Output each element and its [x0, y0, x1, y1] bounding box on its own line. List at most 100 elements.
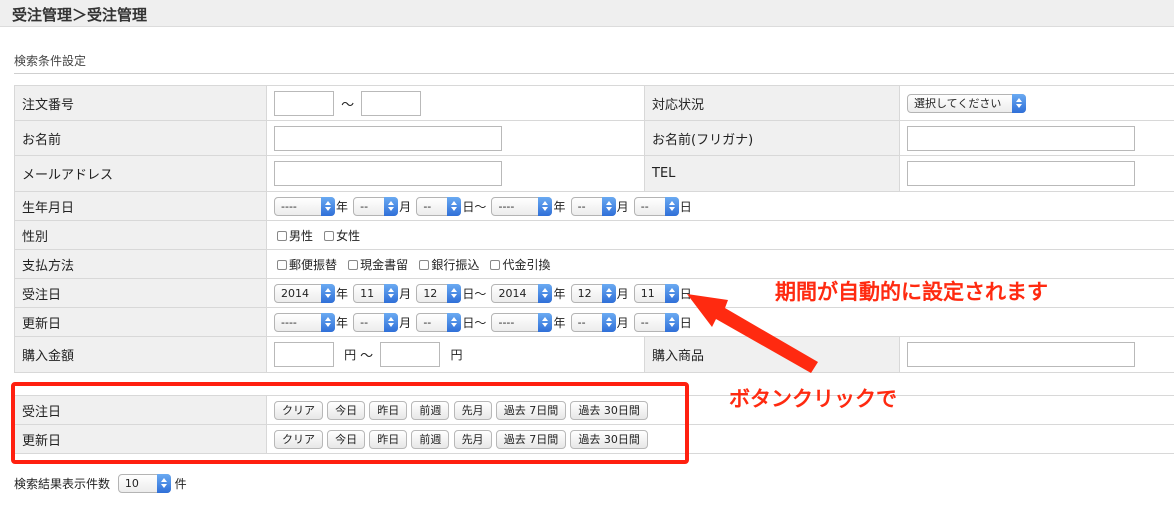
name-input[interactable] — [274, 125, 502, 151]
select-value: 12 — [577, 286, 592, 300]
unit-year: 年 — [553, 199, 566, 214]
unit-year: 年 — [336, 199, 349, 214]
amount-from-input[interactable] — [274, 342, 334, 367]
checkbox-icon — [348, 259, 359, 270]
tel-label: TEL — [644, 155, 900, 192]
checkbox-label: 女性 — [336, 228, 361, 243]
order-no-to-input[interactable] — [361, 90, 422, 116]
order-date-from-month-select[interactable]: 11 — [353, 283, 399, 303]
select-arrow-icon — [664, 196, 679, 216]
select-arrow-icon — [384, 312, 399, 332]
select-value: -- — [360, 199, 369, 213]
amount-to-unit: 円 — [450, 348, 463, 362]
select-value: -- — [360, 315, 369, 329]
select-value: -- — [577, 315, 586, 329]
results-count-unit: 件 — [174, 477, 187, 491]
amount-to-input[interactable] — [380, 342, 441, 367]
birthday-to-year-select[interactable]: ---- — [491, 196, 553, 216]
section-title: 検索条件設定 — [14, 54, 87, 68]
unit-month: 月 — [399, 315, 412, 330]
payment-bank-checkbox[interactable]: 銀行振込 — [419, 256, 479, 273]
select-value: 12 — [423, 286, 438, 300]
select-value: -- — [423, 315, 432, 329]
select-value: 2014 — [281, 286, 309, 300]
unit-year: 年 — [336, 286, 349, 301]
gender-label: 性別 — [14, 220, 267, 250]
status-select[interactable]: 選択してください — [907, 93, 1026, 113]
update-date-label: 更新日 — [14, 307, 267, 337]
status-label: 対応状況 — [644, 85, 900, 121]
product-input[interactable] — [907, 342, 1135, 367]
checkbox-icon — [324, 230, 335, 241]
unit-day-range: 日〜 — [462, 286, 487, 301]
select-arrow-icon — [538, 312, 553, 332]
update-date-from-day-select[interactable]: -- — [416, 312, 462, 332]
birthday-to-month-select[interactable]: -- — [570, 196, 616, 216]
unit-year: 年 — [553, 315, 566, 330]
order-date-label: 受注日 — [14, 278, 267, 308]
select-arrow-icon — [156, 474, 171, 493]
kana-input[interactable] — [907, 125, 1135, 151]
select-arrow-icon — [664, 283, 679, 303]
kana-label: お名前(フリガナ) — [644, 120, 900, 156]
select-arrow-icon — [538, 283, 553, 303]
amount-from-unit: 円 — [344, 348, 357, 362]
payment-cod-checkbox[interactable]: 代金引換 — [490, 256, 550, 273]
order-no-label: 注文番号 — [14, 85, 267, 121]
order-date-to-year-select[interactable]: 2014 — [491, 283, 553, 303]
select-arrow-icon — [601, 312, 616, 332]
update-date-from-year-select[interactable]: ---- — [274, 312, 335, 332]
birthday-from-year-select[interactable]: ---- — [274, 196, 335, 216]
section-divider — [14, 73, 1174, 74]
order-date-to-day-select[interactable]: 11 — [633, 283, 679, 303]
birthday-to-day-select[interactable]: -- — [633, 196, 679, 216]
checkbox-label: 男性 — [289, 228, 314, 243]
order-date-from-year-select[interactable]: 2014 — [274, 283, 335, 303]
select-value: ---- — [498, 315, 515, 329]
checkbox-icon — [490, 259, 501, 270]
select-arrow-icon — [664, 312, 679, 332]
unit-day: 日 — [679, 286, 692, 301]
select-arrow-icon — [321, 312, 335, 332]
birthday-from-month-select[interactable]: -- — [353, 196, 399, 216]
unit-year: 年 — [336, 315, 349, 330]
update-date-from-month-select[interactable]: -- — [353, 312, 399, 332]
order-date-from-day-select[interactable]: 12 — [416, 283, 462, 303]
update-date-to-day-select[interactable]: -- — [633, 312, 679, 332]
unit-day: 日 — [679, 199, 692, 214]
order-date-to-month-select[interactable]: 12 — [570, 283, 616, 303]
order-no-tilde: 〜 — [341, 97, 355, 113]
results-count-label: 検索結果表示件数 — [14, 477, 111, 491]
unit-day-range: 日〜 — [462, 199, 487, 214]
payment-cash-registered-checkbox[interactable]: 現金書留 — [348, 256, 408, 273]
select-arrow-icon — [447, 312, 462, 332]
gender-female-checkbox[interactable]: 女性 — [324, 227, 360, 244]
unit-month: 月 — [616, 199, 629, 214]
select-value: -- — [423, 199, 432, 213]
results-count-select[interactable]: 10 — [117, 474, 171, 493]
payment-postal-checkbox[interactable]: 郵便振替 — [277, 256, 337, 273]
order-no-from-input[interactable] — [274, 90, 334, 116]
select-arrow-icon — [447, 196, 462, 216]
checkbox-icon — [419, 259, 430, 270]
select-value: 10 — [124, 477, 139, 490]
amount-tilde: 〜 — [360, 349, 374, 364]
unit-day-range: 日〜 — [462, 315, 487, 330]
update-date-to-year-select[interactable]: ---- — [491, 312, 553, 332]
payment-label: 支払方法 — [14, 249, 267, 279]
select-arrow-icon — [447, 283, 462, 303]
unit-month: 月 — [616, 315, 629, 330]
tel-input[interactable] — [907, 161, 1135, 186]
email-input[interactable] — [274, 161, 502, 186]
update-date-to-month-select[interactable]: -- — [570, 312, 616, 332]
checkbox-icon — [277, 230, 287, 241]
gender-male-checkbox[interactable]: 男性 — [277, 227, 313, 244]
birthday-from-day-select[interactable]: -- — [416, 196, 462, 216]
select-value: -- — [577, 199, 586, 213]
checkbox-icon — [277, 259, 287, 270]
checkbox-label: 郵便振替 — [289, 257, 338, 272]
select-value: ---- — [498, 199, 515, 213]
birthday-label: 生年月日 — [14, 191, 267, 221]
checkbox-label: 現金書留 — [360, 257, 409, 272]
annotation-auto-period: 期間が自動的に設定されます — [775, 280, 1048, 304]
